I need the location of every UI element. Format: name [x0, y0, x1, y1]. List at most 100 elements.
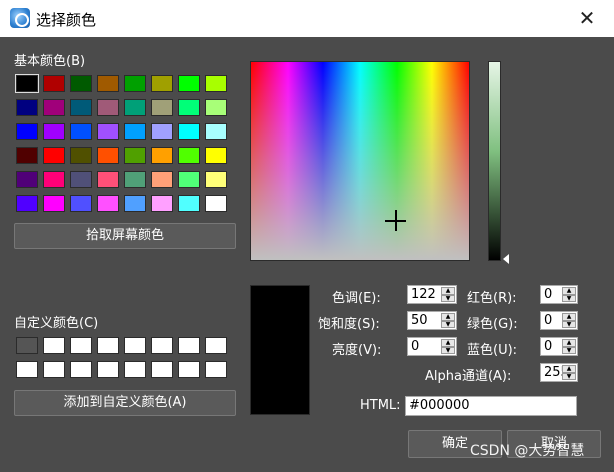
spin-up-icon[interactable]: ▲ — [562, 339, 576, 347]
red-spinbox[interactable]: 0 ▲ ▼ — [540, 285, 578, 304]
basic-color-swatch[interactable] — [205, 75, 227, 92]
basic-color-swatch[interactable] — [43, 123, 65, 140]
custom-color-swatch[interactable] — [151, 361, 173, 378]
saturation-spinbox[interactable]: 50 ▲ ▼ — [407, 311, 457, 330]
basic-color-swatch[interactable] — [43, 195, 65, 212]
basic-color-swatch[interactable] — [205, 147, 227, 164]
basic-color-swatch[interactable] — [151, 99, 173, 116]
basic-color-swatch[interactable] — [70, 123, 92, 140]
spin-down-icon[interactable]: ▼ — [562, 294, 576, 302]
basic-color-swatch[interactable] — [97, 195, 119, 212]
basic-color-swatch[interactable] — [205, 195, 227, 212]
add-custom-color-button[interactable]: 添加到自定义颜色(A) — [14, 390, 236, 416]
spin-up-icon[interactable]: ▲ — [562, 365, 576, 373]
custom-color-swatch[interactable] — [124, 337, 146, 354]
basic-color-swatch[interactable] — [151, 171, 173, 188]
basic-color-swatch[interactable] — [97, 171, 119, 188]
pick-screen-color-button[interactable]: 拾取屏幕颜色 — [14, 223, 236, 249]
basic-color-swatch[interactable] — [97, 99, 119, 116]
custom-color-swatch[interactable] — [205, 337, 227, 354]
spin-down-icon[interactable]: ▼ — [441, 294, 455, 302]
custom-color-swatch[interactable] — [70, 361, 92, 378]
custom-color-swatch[interactable] — [43, 337, 65, 354]
basic-color-swatch[interactable] — [43, 147, 65, 164]
green-spinbox[interactable]: 0 ▲ ▼ — [540, 311, 578, 330]
basic-color-swatch[interactable] — [124, 75, 146, 92]
html-color-input[interactable]: #000000 — [405, 396, 577, 416]
luminance-value: 0 — [411, 339, 420, 354]
custom-color-swatch[interactable] — [178, 337, 200, 354]
basic-color-swatch[interactable] — [151, 147, 173, 164]
basic-color-swatch[interactable] — [151, 75, 173, 92]
blue-label: 蓝色(U): — [467, 343, 518, 358]
basic-color-swatch[interactable] — [178, 171, 200, 188]
basic-color-swatch[interactable] — [97, 123, 119, 140]
custom-color-swatch[interactable] — [16, 361, 38, 378]
basic-color-swatch[interactable] — [124, 147, 146, 164]
basic-color-swatch[interactable] — [15, 74, 39, 93]
luminance-label: 亮度(V): — [332, 343, 382, 358]
blue-spinbox[interactable]: 0 ▲ ▼ — [540, 337, 578, 356]
basic-color-swatch[interactable] — [178, 195, 200, 212]
basic-color-swatch[interactable] — [16, 99, 38, 116]
custom-color-swatch[interactable] — [124, 361, 146, 378]
custom-color-swatch[interactable] — [70, 337, 92, 354]
crosshair-icon[interactable] — [385, 210, 406, 231]
green-value: 0 — [544, 313, 553, 328]
basic-color-swatch[interactable] — [16, 195, 38, 212]
basic-color-swatch[interactable] — [178, 123, 200, 140]
custom-color-swatch[interactable] — [97, 361, 119, 378]
basic-color-swatch[interactable] — [124, 195, 146, 212]
saturation-value: 50 — [411, 313, 428, 328]
basic-color-swatch[interactable] — [205, 171, 227, 188]
spin-up-icon[interactable]: ▲ — [441, 339, 455, 347]
custom-color-swatch[interactable] — [151, 337, 173, 354]
basic-color-swatch[interactable] — [16, 171, 38, 188]
basic-color-swatch[interactable] — [70, 195, 92, 212]
basic-color-swatch[interactable] — [43, 75, 65, 92]
spin-up-icon[interactable]: ▲ — [441, 313, 455, 321]
alpha-spinbox[interactable]: 255 ▲ ▼ — [540, 363, 578, 382]
basic-color-swatch[interactable] — [124, 171, 146, 188]
custom-color-swatch[interactable] — [43, 361, 65, 378]
color-preview — [250, 285, 310, 415]
hue-spinbox[interactable]: 122 ▲ ▼ — [407, 285, 457, 304]
basic-color-swatch[interactable] — [16, 123, 38, 140]
basic-color-swatch[interactable] — [70, 147, 92, 164]
luminance-spinbox[interactable]: 0 ▲ ▼ — [407, 337, 457, 356]
basic-color-swatch[interactable] — [16, 147, 38, 164]
spin-down-icon[interactable]: ▼ — [562, 372, 576, 380]
basic-color-swatch[interactable] — [43, 171, 65, 188]
custom-color-swatch[interactable] — [205, 361, 227, 378]
luminance-slider[interactable] — [488, 61, 501, 261]
spin-up-icon[interactable]: ▲ — [562, 313, 576, 321]
basic-color-swatch[interactable] — [97, 75, 119, 92]
basic-color-swatch[interactable] — [70, 171, 92, 188]
basic-color-swatch[interactable] — [70, 99, 92, 116]
basic-color-swatch[interactable] — [178, 147, 200, 164]
custom-color-swatch[interactable] — [97, 337, 119, 354]
html-label: HTML: — [360, 398, 401, 413]
spin-down-icon[interactable]: ▼ — [441, 320, 455, 328]
basic-color-swatch[interactable] — [43, 99, 65, 116]
spin-down-icon[interactable]: ▼ — [441, 346, 455, 354]
custom-color-swatch[interactable] — [178, 361, 200, 378]
spin-up-icon[interactable]: ▲ — [562, 287, 576, 295]
close-button[interactable]: ✕ — [574, 5, 600, 31]
basic-color-swatch[interactable] — [205, 123, 227, 140]
basic-color-swatch[interactable] — [124, 99, 146, 116]
basic-color-swatch[interactable] — [97, 147, 119, 164]
luminance-arrow-icon[interactable] — [503, 254, 509, 264]
color-spectrum[interactable] — [250, 61, 470, 261]
basic-color-swatch[interactable] — [178, 99, 200, 116]
basic-color-swatch[interactable] — [205, 99, 227, 116]
basic-color-swatch[interactable] — [178, 75, 200, 92]
spin-up-icon[interactable]: ▲ — [441, 287, 455, 295]
custom-color-swatch[interactable] — [16, 337, 38, 354]
basic-color-swatch[interactable] — [151, 123, 173, 140]
spin-down-icon[interactable]: ▼ — [562, 346, 576, 354]
spin-down-icon[interactable]: ▼ — [562, 320, 576, 328]
basic-color-swatch[interactable] — [70, 75, 92, 92]
basic-color-swatch[interactable] — [124, 123, 146, 140]
basic-color-swatch[interactable] — [151, 195, 173, 212]
